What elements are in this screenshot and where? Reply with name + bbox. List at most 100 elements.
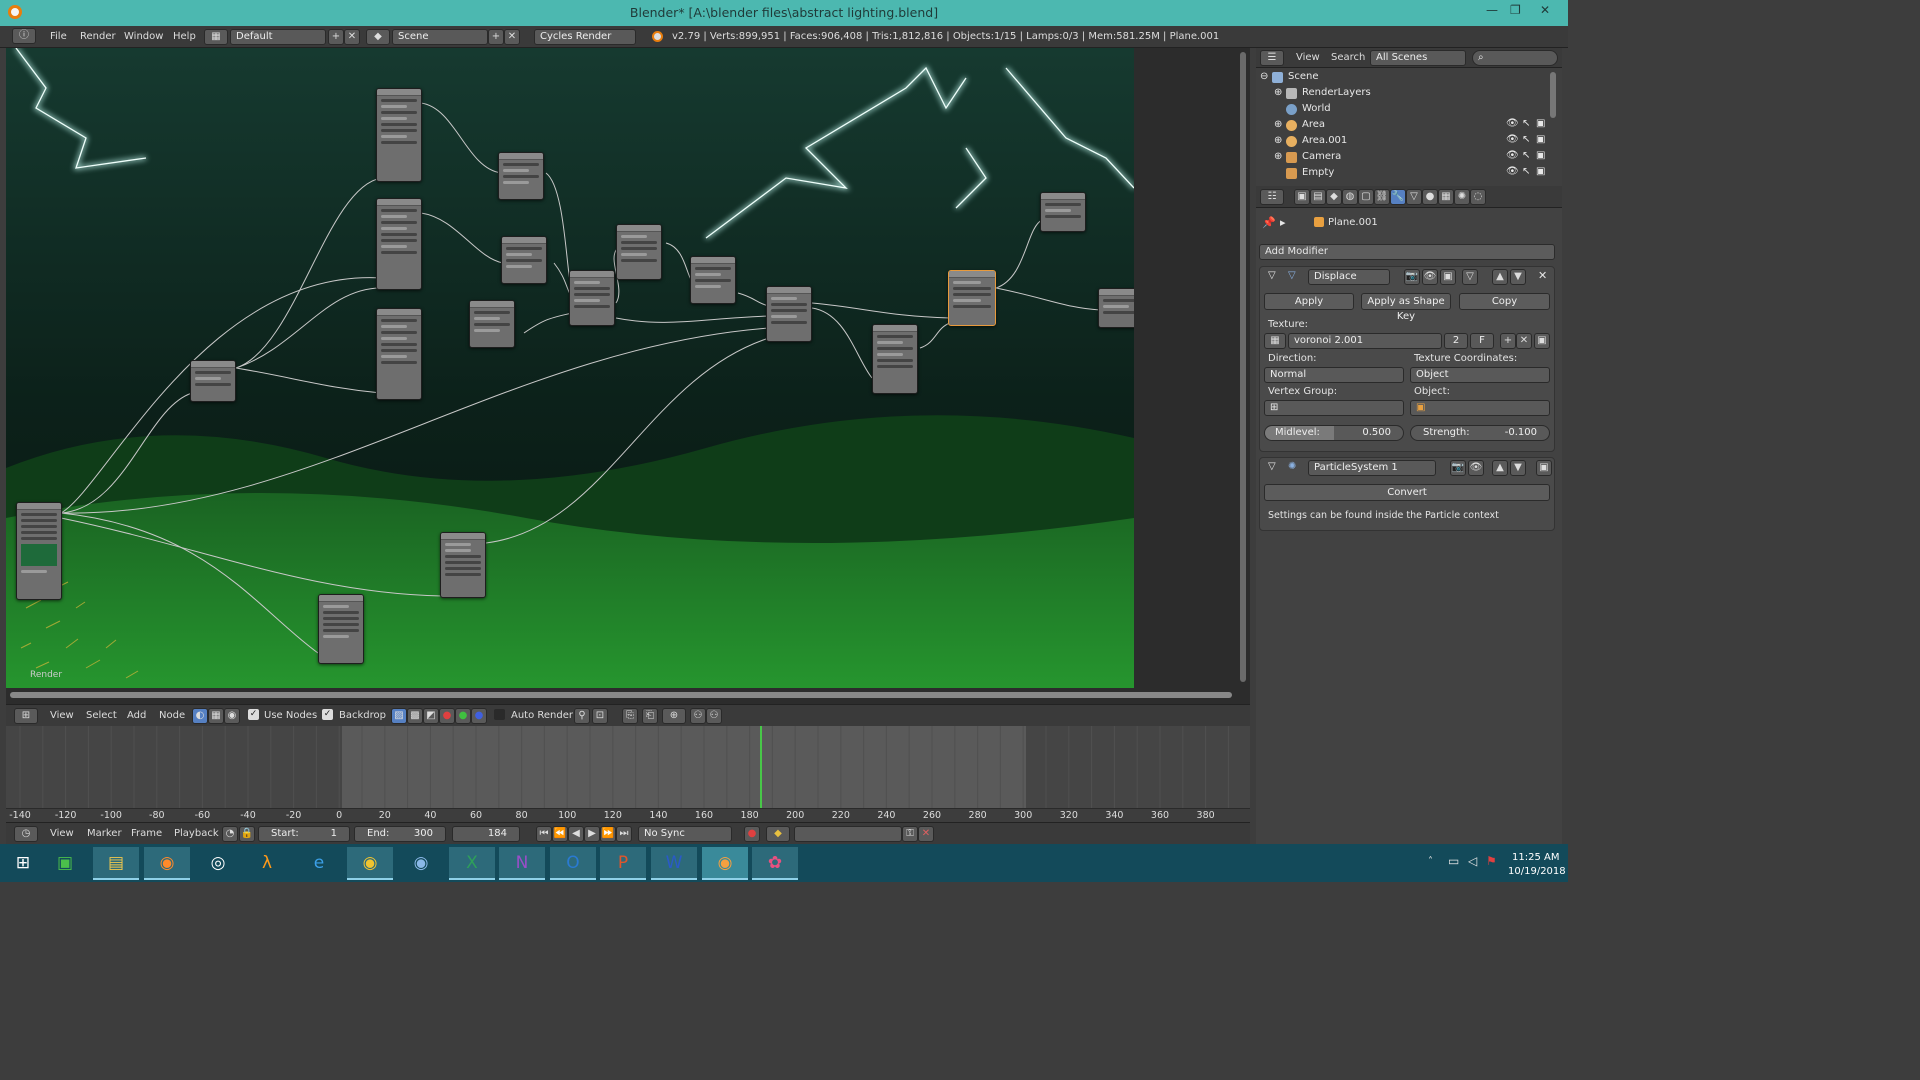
node-menu-node[interactable]: Node — [159, 710, 185, 721]
node-mix-1[interactable] — [569, 270, 615, 326]
node-composite[interactable] — [1040, 192, 1086, 232]
move-up-icon[interactable]: ▲ — [1492, 269, 1508, 285]
outliner-scrollbar[interactable] — [1550, 72, 1556, 118]
current-frame-field[interactable]: 184 — [452, 826, 520, 842]
particle-context-icon[interactable]: ✺ — [1454, 189, 1470, 205]
remove-modifier-icon[interactable]: ✕ — [1538, 269, 1547, 282]
pivot-icon[interactable]: ⊕ — [662, 708, 686, 724]
physics-context-icon[interactable]: ◌ — [1470, 189, 1486, 205]
keying-set-field[interactable] — [794, 826, 902, 842]
jump-start-icon[interactable]: ⏮ — [536, 826, 552, 842]
select-arrow-icon[interactable]: ↖ — [1522, 118, 1530, 129]
node-blur-4[interactable] — [872, 324, 918, 394]
direction-select[interactable]: Normal — [1264, 367, 1404, 383]
window-titlebar[interactable]: Blender* [A:\blender files\abstract ligh… — [0, 0, 1568, 26]
viewport-toggle-icon[interactable]: 👁 — [1468, 460, 1484, 476]
outliner-row-renderlayers[interactable]: ⊕ RenderLayers — [1256, 86, 1546, 102]
eye-icon[interactable]: 👁 — [1506, 134, 1519, 145]
object-context-icon[interactable]: ▢ — [1358, 189, 1374, 205]
modifier-name-field[interactable]: Displace — [1308, 269, 1390, 285]
preview-range-icon[interactable]: ◔ — [222, 826, 238, 842]
convert-button[interactable]: Convert — [1264, 484, 1550, 501]
unlink-texture-icon[interactable]: ✕ — [1516, 333, 1532, 349]
sync-mode-select[interactable]: No Sync — [638, 826, 732, 842]
render-engine-select[interactable]: Cycles Render — [534, 29, 636, 45]
select-arrow-icon[interactable]: ↖ — [1522, 134, 1530, 145]
vertex-group-field[interactable]: ⊞ — [1264, 400, 1404, 416]
play-reverse-icon[interactable]: ◀ — [568, 826, 584, 842]
chrome-app-icon[interactable]: ◉ — [347, 847, 393, 880]
menu-help[interactable]: Help — [173, 31, 196, 42]
constraint-context-icon[interactable]: ⛓ — [1374, 189, 1390, 205]
apply-as-shape-key-button[interactable]: Apply as Shape Key — [1361, 293, 1451, 322]
auto-render-checkbox[interactable] — [494, 709, 505, 720]
node-menu-view[interactable]: View — [50, 710, 74, 721]
expand-icon[interactable]: ⊕ — [1274, 119, 1282, 130]
lock-frame-icon[interactable]: 🔒 — [239, 826, 255, 842]
firefox-app-icon[interactable]: ◉ — [144, 847, 190, 880]
node-blur-5[interactable] — [318, 594, 364, 664]
outliner-display-mode-select[interactable]: All Scenes — [1370, 50, 1466, 66]
texture-coordinates-select[interactable]: Object — [1410, 367, 1550, 383]
scene-field[interactable]: Scene — [392, 29, 488, 45]
render-toggle-icon[interactable]: 📷 — [1404, 269, 1420, 285]
outliner-search-field[interactable]: ⌕ — [1472, 50, 1558, 66]
backdrop-channel-green-icon[interactable]: ● — [455, 708, 471, 724]
use-nodes-checkbox[interactable]: ✓ — [248, 709, 259, 720]
texture-context-icon[interactable]: ▦ — [1438, 189, 1454, 205]
node-multiply-1[interactable] — [498, 152, 544, 200]
render-camera-icon[interactable]: ▣ — [1536, 118, 1545, 129]
texture-fake-user-field[interactable]: F — [1470, 333, 1494, 349]
move-down-icon[interactable]: ▼ — [1510, 460, 1526, 476]
keying-set-icon[interactable]: ◆ — [766, 826, 790, 842]
outliner-row-area[interactable]: ⊕ Area 👁 ↖ ▣ — [1256, 118, 1546, 134]
timeline-menu-marker[interactable]: Marker — [87, 828, 122, 839]
node-blur-3[interactable] — [376, 308, 422, 400]
move-up-icon[interactable]: ▲ — [1492, 460, 1508, 476]
properties-editor[interactable]: ☷ ▣ ▤ ◆ ◍ ▢ ⛓ 🔧 ▽ ● ▦ ✺ ◌ 📌 ▸ Plane.001 … — [1256, 186, 1562, 844]
select-arrow-icon[interactable]: ↖ — [1522, 166, 1530, 177]
screen-layout-field[interactable]: Default — [230, 29, 326, 45]
delete-keyframe-icon[interactable]: ✕ — [918, 826, 934, 842]
outliner-row-empty[interactable]: Empty 👁 ↖ ▣ — [1256, 166, 1546, 182]
expand-icon[interactable]: ⊖ — [1260, 71, 1268, 82]
node-offset[interactable] — [190, 360, 236, 402]
tray-volume-icon[interactable]: ◁ — [1468, 854, 1477, 868]
cage-toggle-icon[interactable]: ▽ — [1462, 269, 1478, 285]
compositing-nodes-icon[interactable]: ▦ — [208, 708, 224, 724]
outliner-menu-view[interactable]: View — [1296, 52, 1320, 63]
node-multiply-3[interactable] — [469, 300, 515, 348]
end-frame-field[interactable]: End: 300 — [354, 826, 446, 842]
select-arrow-icon[interactable]: ↖ — [1522, 150, 1530, 161]
outliner-row-camera[interactable]: ⊕ Camera 👁 ↖ ▣ — [1256, 150, 1546, 166]
steam-app-icon[interactable]: ◎ — [195, 847, 241, 880]
midlevel-slider[interactable]: Midlevel: 0.500 — [1264, 425, 1404, 441]
snap-icon[interactable]: ⚲ — [574, 708, 590, 724]
node-mix-2[interactable] — [616, 224, 662, 280]
outliner[interactable]: ☰ View Search All Scenes ⌕ ⊖ Scene ⊕ Ren… — [1256, 48, 1562, 186]
pin-icon[interactable]: 📌 — [1262, 216, 1276, 229]
node-tree-icon-1[interactable]: ⚇ — [690, 708, 706, 724]
jump-end-icon[interactable]: ⏭ — [616, 826, 632, 842]
render-context-icon[interactable]: ▣ — [1294, 189, 1310, 205]
record-icon[interactable]: ● — [744, 826, 760, 842]
material-context-icon[interactable]: ● — [1422, 189, 1438, 205]
timeline-menu-frame[interactable]: Frame — [131, 828, 162, 839]
delete-layout-icon[interactable]: ✕ — [344, 29, 360, 45]
node-tree-icon-2[interactable]: ⚇ — [706, 708, 722, 724]
texture-browse-icon[interactable]: ▦ — [1264, 333, 1286, 349]
screen-layout-icon[interactable]: ▦ — [204, 29, 228, 45]
powerpoint-app-icon[interactable]: P — [600, 847, 646, 880]
menu-window[interactable]: Window — [124, 31, 163, 42]
jump-next-key-icon[interactable]: ⏩ — [600, 826, 616, 842]
jump-prev-key-icon[interactable]: ⏪ — [552, 826, 568, 842]
node-blur-1[interactable] — [376, 88, 422, 182]
node-blur-2[interactable] — [376, 198, 422, 290]
modifier-context-icon[interactable]: 🔧 — [1390, 189, 1406, 205]
collapse-arrow-icon[interactable]: ▽ — [1268, 270, 1276, 281]
tray-network-icon[interactable]: ▭ — [1448, 854, 1459, 868]
node-editor-type-icon[interactable]: ⊞ — [14, 708, 38, 724]
data-context-icon[interactable]: ▽ — [1406, 189, 1422, 205]
texture-nodes-icon[interactable]: ◉ — [224, 708, 240, 724]
render-toggle-icon[interactable]: 📷 — [1450, 460, 1466, 476]
